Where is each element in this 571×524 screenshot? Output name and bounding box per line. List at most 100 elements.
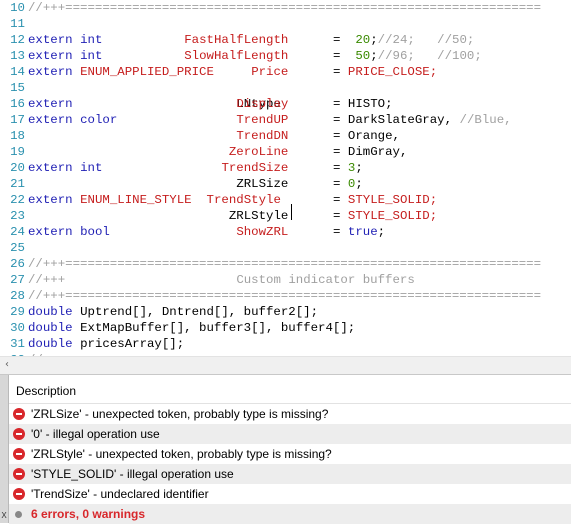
code-line[interactable]: 15 xyxy=(0,80,571,96)
code-line[interactable]: 19 ZeroLine = DimGray, xyxy=(0,144,571,160)
code-line[interactable]: 22 extern ENUM_LINE_STYLE TrendStyle = STYLE_… xyxy=(0,192,571,208)
code-token: = xyxy=(333,193,341,207)
code-line[interactable]: 27//+++ Custom indicator buffers xyxy=(0,272,571,288)
code-line[interactable]: 25 xyxy=(0,240,571,256)
code-line[interactable]: 17 extern color TrendUP = DarkSlateGray, //Blu… xyxy=(0,112,571,128)
line-number: 12 xyxy=(10,33,25,47)
code-line[interactable]: 31 double pricesArray[]; xyxy=(0,336,571,352)
horizontal-scrollbar[interactable]: ‹ xyxy=(0,356,571,374)
error-circle-icon xyxy=(13,468,25,480)
line-number: 14 xyxy=(10,65,25,79)
code-token: pricesArray[]; xyxy=(80,337,185,351)
code-token: Custom indicator buffers xyxy=(236,273,415,287)
close-icon[interactable]: X xyxy=(0,511,8,521)
code-token: int xyxy=(80,161,103,175)
code-line[interactable]: 16 extern LNtype Display = HISTO; xyxy=(0,96,571,112)
code-line[interactable]: 26//+++=================================… xyxy=(0,256,571,272)
code-token: = xyxy=(333,49,341,63)
code-token: STYLE_SOLID; xyxy=(347,193,438,207)
code-token: extern xyxy=(28,161,73,175)
error-circle-icon xyxy=(13,448,25,460)
code-line[interactable]: 13 extern int SlowHalfLength = 50;//96; //100… xyxy=(0,48,571,64)
code-token: = xyxy=(333,161,341,175)
code-token: DimGray, xyxy=(347,145,408,159)
code-token: //24; //50; xyxy=(377,33,475,47)
line-number: 29 xyxy=(10,305,25,319)
code-line[interactable]: 18 TrendDN = Orange, xyxy=(0,128,571,144)
code-token: TrendSize xyxy=(221,161,289,175)
code-line[interactable]: 23 ZRLStyle = STYLE_SOLID; xyxy=(0,208,571,224)
code-token: extern xyxy=(28,65,73,79)
code-token: //96; //100; xyxy=(377,49,482,63)
line-number: 11 xyxy=(10,17,25,31)
line-number: 24 xyxy=(10,225,25,239)
code-token: //+++===================================… xyxy=(28,289,542,303)
code-line[interactable]: 29 double Uptrend[], Dntrend[], buffer2[]; xyxy=(0,304,571,320)
code-token: = xyxy=(333,65,341,79)
code-line[interactable]: 20 extern int TrendSize = 3; xyxy=(0,160,571,176)
line-number: 21 xyxy=(10,177,25,191)
code-line[interactable]: 11 xyxy=(0,16,571,32)
code-token: ENUM_LINE_STYLE xyxy=(80,193,192,207)
error-row[interactable]: '0' - illegal operation use xyxy=(9,424,571,444)
line-number: 23 xyxy=(10,209,25,223)
line-number: 28 xyxy=(10,289,25,303)
code-token: = xyxy=(333,113,341,127)
code-editor[interactable]: 10//+++=================================… xyxy=(0,0,571,356)
line-number: 13 xyxy=(10,49,25,63)
code-token: //Blue, xyxy=(459,113,512,127)
code-line[interactable]: 14 extern ENUM_APPLIED_PRICE Price = PRICE_CL… xyxy=(0,64,571,80)
code-token: //+++===================================… xyxy=(28,257,542,271)
code-token: double xyxy=(28,305,73,319)
code-token: ENUM_APPLIED_PRICE xyxy=(80,65,214,79)
code-line[interactable]: 28//+++=================================… xyxy=(0,288,571,304)
code-token: = xyxy=(333,177,341,191)
error-circle-icon xyxy=(13,408,25,420)
code-token: bool xyxy=(80,225,110,239)
code-token: Display xyxy=(236,97,289,111)
error-message: 'STYLE_SOLID' - illegal operation use xyxy=(31,467,234,481)
description-column-header[interactable]: Description xyxy=(9,379,571,404)
line-number: 19 xyxy=(10,145,25,159)
code-token: Orange, xyxy=(347,129,400,143)
code-token: ; xyxy=(355,161,363,175)
error-message: 'ZRLSize' - unexpected token, probably t… xyxy=(31,407,329,421)
code-token: ; xyxy=(370,49,378,63)
code-token: 0 xyxy=(347,177,356,191)
line-number: 15 xyxy=(10,81,25,95)
code-token: 50 xyxy=(355,49,371,63)
code-token: = xyxy=(333,225,341,239)
error-row[interactable]: 'TrendSize' - undeclared identifier xyxy=(9,484,571,504)
code-token: extern xyxy=(28,33,73,47)
line-number: 16 xyxy=(10,97,25,111)
code-line[interactable]: 30 double ExtMapBuffer[], buffer3[], buffe… xyxy=(0,320,571,336)
error-row[interactable]: 'ZRLStyle' - unexpected token, probably … xyxy=(9,444,571,464)
code-token: SlowHalfLength xyxy=(184,49,289,63)
chevron-left-icon[interactable]: ‹ xyxy=(1,359,13,371)
code-token: Price xyxy=(251,65,289,79)
code-token: extern xyxy=(28,193,73,207)
code-token: true xyxy=(347,225,378,239)
errors-summary: 6 errors, 0 warnings xyxy=(31,507,146,521)
code-token: TrendDN xyxy=(236,129,289,143)
code-token: ExtMapBuffer[], buffer3[], buffer4[]; xyxy=(80,321,356,335)
code-token: Uptrend[], Dntrend[], buffer2[]; xyxy=(80,305,319,319)
toolbox-side-tab[interactable]: X xyxy=(0,375,9,523)
code-token: ZRLSize xyxy=(236,177,289,191)
code-token: int xyxy=(80,49,103,63)
error-row[interactable]: 'STYLE_SOLID' - illegal operation use xyxy=(9,464,571,484)
code-line[interactable]: 21 ZRLSize = 0; xyxy=(0,176,571,192)
line-number: 31 xyxy=(10,337,25,351)
code-token: double xyxy=(28,337,73,351)
errors-summary-row[interactable]: 6 errors, 0 warnings xyxy=(9,504,571,524)
code-token: TrendUP xyxy=(236,113,289,127)
code-line[interactable]: 12 extern int FastHalfLength = 20;//24; //50; xyxy=(0,32,571,48)
code-token: = xyxy=(333,145,341,159)
code-token: int xyxy=(80,33,103,47)
error-row[interactable]: 'ZRLSize' - unexpected token, probably t… xyxy=(9,404,571,424)
code-line[interactable]: 24 extern bool ShowZRL = true; xyxy=(0,224,571,240)
code-line[interactable]: 10//+++=================================… xyxy=(0,0,571,16)
line-number: 30 xyxy=(10,321,25,335)
errors-panel: X Description 'ZRLSize' - unexpected tok… xyxy=(0,374,571,524)
code-token: extern xyxy=(28,225,73,239)
